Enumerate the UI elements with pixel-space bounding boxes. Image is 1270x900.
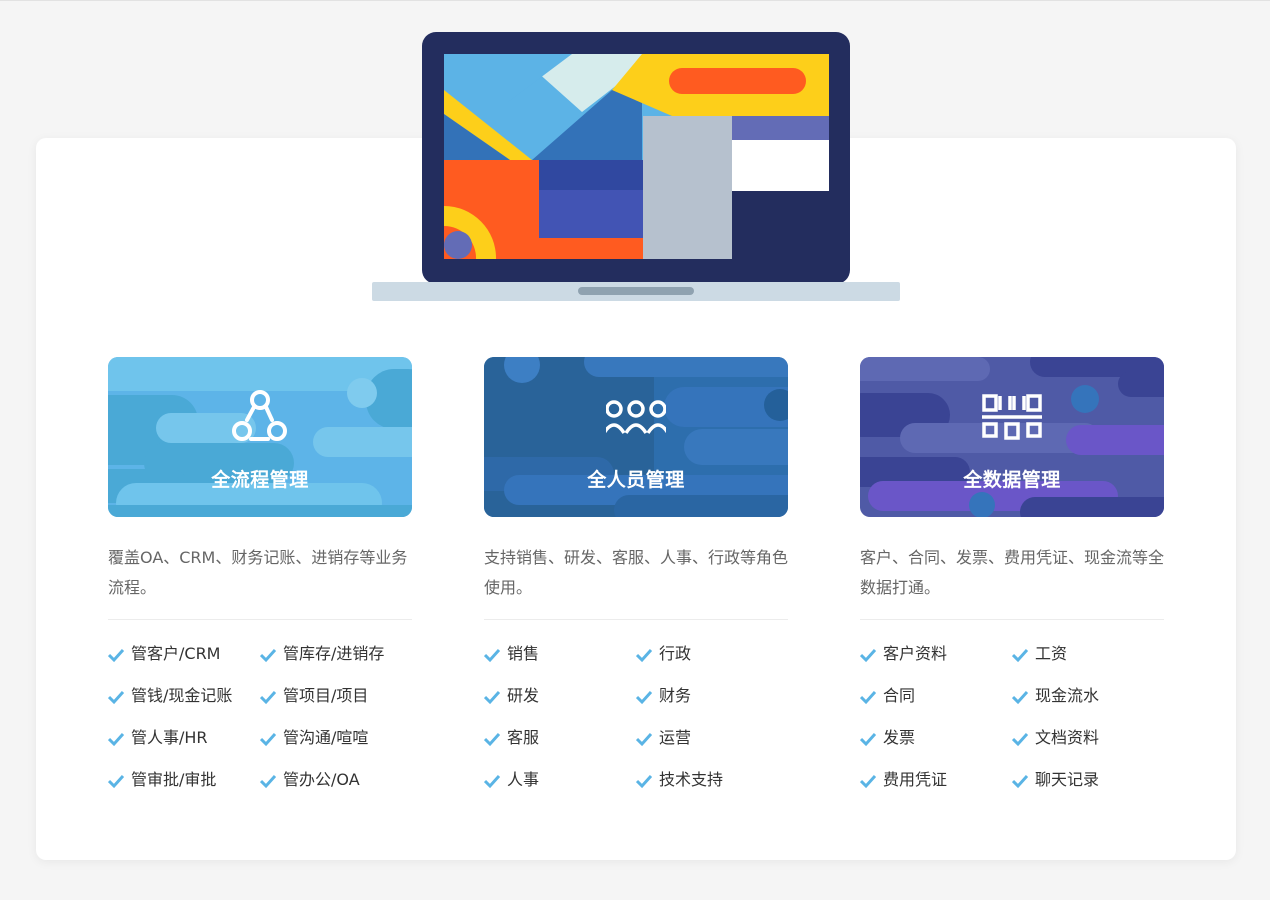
- feature-label: 合同: [883, 686, 916, 705]
- card-divider: [860, 619, 1164, 620]
- list-item: 客户资料: [860, 642, 1012, 684]
- list-item: 行政: [636, 642, 788, 684]
- check-icon: [1012, 732, 1028, 747]
- card-title: 全人员管理: [587, 469, 685, 491]
- list-item: 文档资料: [1012, 726, 1164, 768]
- check-icon: [260, 690, 276, 705]
- list-item: 管客户/CRM: [108, 642, 260, 684]
- list-item: 客服: [484, 726, 636, 768]
- check-icon: [1012, 648, 1028, 663]
- card-banner: 全流程管理: [108, 357, 412, 517]
- feature-label: 研发: [507, 686, 540, 705]
- data-link-icon: [982, 394, 1042, 440]
- check-icon: [1012, 774, 1028, 789]
- check-icon: [860, 774, 876, 789]
- check-icon: [108, 648, 124, 663]
- check-icon: [260, 732, 276, 747]
- feature-label: 销售: [507, 644, 540, 663]
- card-people-management: 全人员管理 支持销售、研发、客服、人事、行政等角色使用。 销售 行政 研发 财务…: [484, 357, 788, 810]
- list-item: 销售: [484, 642, 636, 684]
- feature-label: 运营: [659, 728, 692, 747]
- list-item: 管库存/进销存: [260, 642, 412, 684]
- check-icon: [108, 690, 124, 705]
- feature-label: 发票: [883, 728, 916, 747]
- check-icon: [636, 774, 652, 789]
- list-item: 现金流水: [1012, 684, 1164, 726]
- feature-label: 客户资料: [883, 644, 948, 663]
- top-divider: [0, 0, 1270, 1]
- feature-label: 管审批/审批: [131, 770, 217, 789]
- check-icon: [636, 690, 652, 705]
- feature-cards: 全流程管理 覆盖OA、CRM、财务记账、进销存等业务流程。 管客户/CRM 管库…: [108, 357, 1164, 817]
- card-data-management: 全数据管理 客户、合同、发票、费用凭证、现金流等全数据打通。 客户资料 工资 合…: [860, 357, 1164, 810]
- check-icon: [484, 690, 500, 705]
- list-item: 工资: [1012, 642, 1164, 684]
- feature-label: 管客户/CRM: [131, 644, 221, 663]
- check-icon: [860, 648, 876, 663]
- card-divider: [108, 619, 412, 620]
- list-item: 人事: [484, 768, 636, 810]
- check-icon: [108, 732, 124, 747]
- card-description: 支持销售、研发、客服、人事、行政等角色使用。: [484, 548, 789, 597]
- feature-label: 文档资料: [1035, 728, 1100, 747]
- list-item: 研发: [484, 684, 636, 726]
- feature-label: 管项目/项目: [283, 686, 369, 705]
- feature-label: 费用凭证: [883, 770, 948, 789]
- card-description: 覆盖OA、CRM、财务记账、进销存等业务流程。: [108, 548, 408, 597]
- list-item: 运营: [636, 726, 788, 768]
- feature-label: 技术支持: [659, 770, 724, 789]
- card-title: 全流程管理: [211, 469, 309, 491]
- check-icon: [484, 648, 500, 663]
- feature-list: 客户资料 工资 合同 现金流水 发票 文档资料 费用凭证 聊天记录: [860, 642, 1164, 810]
- card-divider: [484, 619, 788, 620]
- list-item: 财务: [636, 684, 788, 726]
- people-group-icon: [606, 400, 666, 434]
- list-item: 发票: [860, 726, 1012, 768]
- check-icon: [1012, 690, 1028, 705]
- check-icon: [108, 774, 124, 789]
- check-icon: [636, 732, 652, 747]
- feature-list: 销售 行政 研发 财务 客服 运营 人事 技术支持: [484, 642, 788, 810]
- list-item: 合同: [860, 684, 1012, 726]
- list-item: 技术支持: [636, 768, 788, 810]
- feature-list: 管客户/CRM 管库存/进销存 管钱/现金记账 管项目/项目 管人事/HR 管沟…: [108, 642, 412, 810]
- list-item: 管审批/审批: [108, 768, 260, 810]
- feature-label: 现金流水: [1035, 686, 1100, 705]
- check-icon: [636, 648, 652, 663]
- feature-label: 行政: [659, 644, 692, 663]
- card-process-management: 全流程管理 覆盖OA、CRM、财务记账、进销存等业务流程。 管客户/CRM 管库…: [108, 357, 412, 810]
- feature-label: 财务: [659, 686, 692, 705]
- check-icon: [484, 732, 500, 747]
- card-title: 全数据管理: [963, 469, 1061, 491]
- feature-label: 工资: [1035, 644, 1068, 663]
- feature-label: 管钱/现金记账: [131, 686, 233, 705]
- check-icon: [260, 648, 276, 663]
- list-item: 管钱/现金记账: [108, 684, 260, 726]
- feature-label: 管人事/HR: [131, 728, 208, 747]
- card-description: 客户、合同、发票、费用凭证、现金流等全数据打通。: [860, 548, 1165, 597]
- laptop-illustration: [372, 30, 900, 302]
- feature-label: 管沟通/喧喧: [283, 728, 369, 747]
- feature-label: 客服: [507, 728, 540, 747]
- feature-label: 人事: [507, 770, 540, 789]
- process-flow-icon: [232, 390, 287, 441]
- feature-label: 聊天记录: [1035, 770, 1100, 789]
- check-icon: [484, 774, 500, 789]
- card-banner: 全人员管理: [484, 357, 788, 517]
- list-item: 管办公/OA: [260, 768, 412, 810]
- list-item: 管沟通/喧喧: [260, 726, 412, 768]
- card-banner: 全数据管理: [860, 357, 1164, 517]
- check-icon: [860, 732, 876, 747]
- list-item: 费用凭证: [860, 768, 1012, 810]
- check-icon: [860, 690, 876, 705]
- check-icon: [260, 774, 276, 789]
- list-item: 管项目/项目: [260, 684, 412, 726]
- list-item: 管人事/HR: [108, 726, 260, 768]
- list-item: 聊天记录: [1012, 768, 1164, 810]
- feature-label: 管办公/OA: [283, 770, 360, 789]
- feature-label: 管库存/进销存: [283, 644, 385, 663]
